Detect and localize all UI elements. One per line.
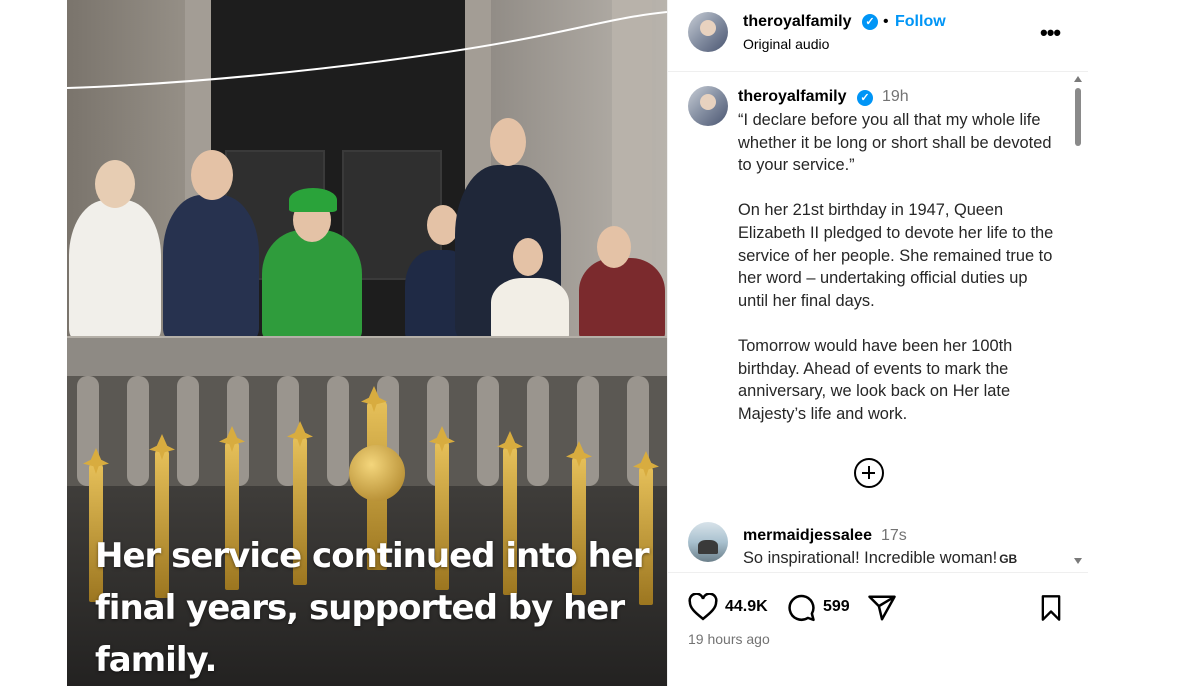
- avatar[interactable]: [688, 522, 728, 562]
- person-figure: [579, 258, 665, 340]
- comment-time[interactable]: 17s: [881, 527, 907, 545]
- comment-body: So inspirational! Incredible woman!: [743, 549, 998, 567]
- verified-badge-icon: ✓: [857, 90, 873, 106]
- separator-dot: •: [883, 13, 889, 30]
- likes-count[interactable]: 44.9K: [725, 598, 768, 616]
- more-options-icon[interactable]: •••: [1040, 20, 1061, 46]
- post-actions-bar: 44.9K 599 19 hours ago: [668, 572, 1088, 686]
- heart-icon[interactable]: [688, 593, 718, 621]
- person-figure: [163, 195, 259, 340]
- post-caption: “I declare before you all that my whole …: [738, 111, 1054, 423]
- comments-count[interactable]: 599: [823, 598, 850, 616]
- person-figure: [69, 200, 161, 340]
- audio-link[interactable]: Original audio: [743, 36, 829, 52]
- orb-finial: [349, 445, 405, 501]
- header-username[interactable]: theroyalfamily: [743, 13, 851, 31]
- follow-button[interactable]: Follow: [895, 13, 946, 31]
- scroll-thumb[interactable]: [1075, 88, 1081, 146]
- post-time[interactable]: 19h: [882, 88, 909, 106]
- post-details-panel: theroyalfamily ✓ • Follow Original audio…: [667, 0, 1088, 686]
- share-icon[interactable]: [867, 593, 897, 623]
- post-author-username[interactable]: theroyalfamily: [738, 88, 846, 106]
- verified-badge-icon: ✓: [862, 14, 878, 30]
- post-media-video[interactable]: Her service continued into her final yea…: [67, 0, 667, 686]
- scroll-up-arrow-icon[interactable]: [1074, 76, 1082, 82]
- bookmark-icon[interactable]: [1039, 594, 1063, 622]
- comments-scrollbar[interactable]: [1071, 72, 1085, 572]
- comment-text: So inspirational! Incredible woman! GB: [743, 549, 1017, 568]
- comment-icon[interactable]: [786, 593, 816, 623]
- scroll-down-arrow-icon[interactable]: [1074, 558, 1082, 564]
- comments-scroll-area[interactable]: theroyalfamily ✓ 19h “I declare before y…: [668, 72, 1088, 572]
- load-more-comments-icon[interactable]: [854, 458, 884, 488]
- page-backdrop-left: [0, 0, 67, 686]
- post-timestamp[interactable]: 19 hours ago: [688, 631, 770, 647]
- video-caption-overlay: Her service continued into her final yea…: [95, 536, 650, 680]
- person-figure: [491, 278, 569, 340]
- avatar[interactable]: [688, 86, 728, 126]
- post-header: theroyalfamily ✓ • Follow Original audio…: [668, 0, 1088, 72]
- avatar[interactable]: [688, 12, 728, 52]
- comment-username[interactable]: mermaidjessalee: [743, 527, 872, 545]
- flag-badge: GB: [999, 552, 1018, 566]
- balcony-rail: [67, 336, 667, 376]
- audio-waveform-line: [67, 11, 667, 89]
- green-hat: [289, 188, 337, 212]
- page-backdrop-right: [1087, 0, 1200, 686]
- person-figure: [262, 230, 362, 340]
